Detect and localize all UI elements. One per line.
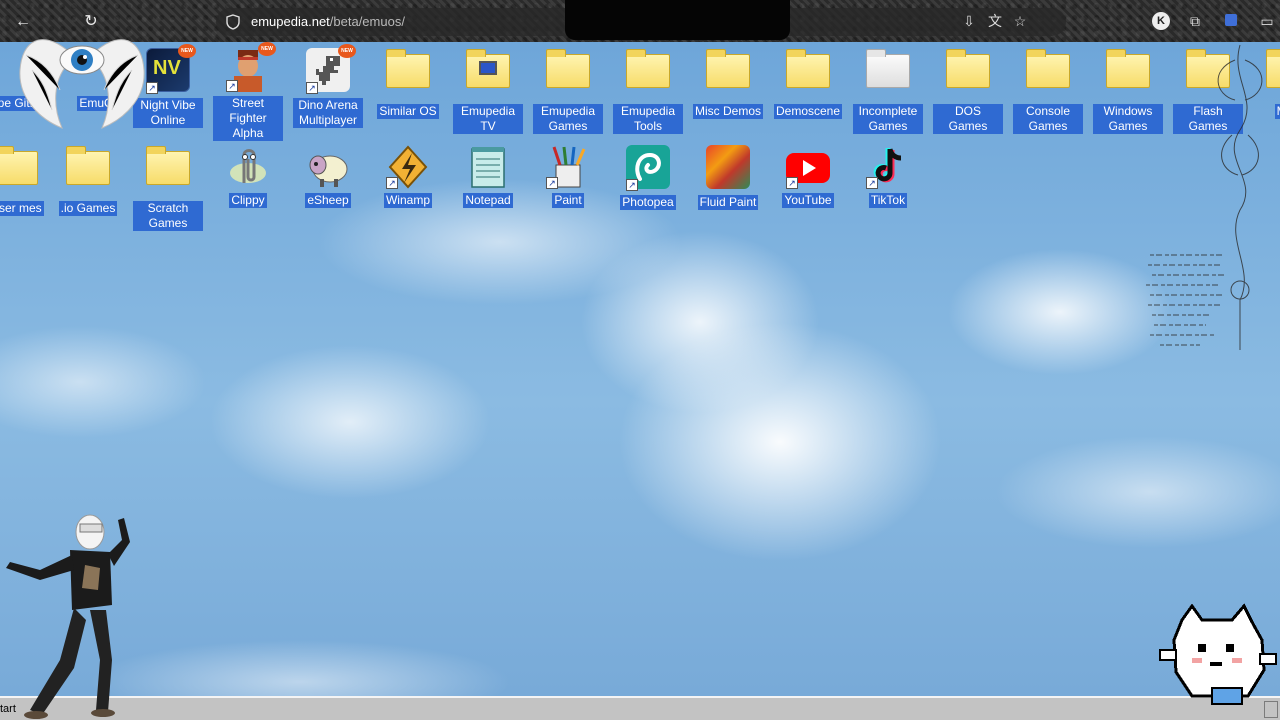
icon-label: .io Games bbox=[58, 201, 118, 216]
icon-label: TikTok bbox=[868, 193, 908, 208]
icon-label: Emupedia Tools bbox=[613, 104, 683, 134]
desktop-icon-esheep[interactable]: eSheep bbox=[290, 143, 366, 209]
extensions-icon[interactable]: ⧉ bbox=[1186, 12, 1204, 30]
desktop-icon-browser-games[interactable]: wser mes bbox=[0, 143, 54, 217]
cast-icon[interactable]: ▭ bbox=[1258, 12, 1276, 30]
desktop-wallpaper bbox=[0, 42, 1280, 696]
icon-label: Clippy bbox=[229, 193, 267, 208]
icon-label: Emupedia Games bbox=[533, 104, 603, 134]
shortcut-arrow-icon: ↗ bbox=[626, 179, 638, 191]
youtube-icon: ↗ bbox=[784, 143, 832, 191]
shortcut-arrow-icon: ↗ bbox=[226, 80, 238, 92]
bookmark-star-icon[interactable]: ☆ bbox=[1011, 12, 1029, 30]
street-fighter-icon: NEW ↗ bbox=[224, 42, 276, 94]
icon-label: Notepad bbox=[463, 193, 513, 208]
taskbar: tart bbox=[0, 696, 1280, 720]
sheep-icon bbox=[304, 143, 352, 191]
desktop-icon-paint[interactable]: ↗ Paint bbox=[530, 143, 606, 209]
dancing-man-sprite bbox=[6, 514, 130, 719]
shortcut-arrow-icon: ↗ bbox=[546, 177, 558, 189]
shortcut-arrow-icon: ↗ bbox=[866, 177, 878, 189]
icon-label: DOS Games bbox=[933, 104, 1003, 134]
icon-label: Misc Demos bbox=[693, 104, 763, 119]
folder-icon bbox=[864, 49, 912, 102]
desktop-icon-youtube[interactable]: ↗ YouTube bbox=[770, 143, 846, 209]
photopea-icon: ↗ bbox=[624, 145, 672, 193]
temmie-sprite bbox=[1159, 603, 1277, 705]
desktop-icon-fluid-paint[interactable]: Fluid Paint bbox=[690, 143, 766, 211]
desktop-icon-incomplete-games[interactable]: Incomplete Games bbox=[850, 46, 926, 135]
desktop-icon-street-fighter-alpha[interactable]: NEW ↗ Street Fighter Alpha bbox=[210, 42, 286, 142]
desktop-icon-clippy[interactable]: Clippy bbox=[210, 143, 286, 209]
translate-icon[interactable]: 文 bbox=[986, 12, 1004, 30]
icon-label: Winamp bbox=[383, 193, 432, 208]
url-path: /beta/emuos/ bbox=[329, 14, 405, 29]
icon-label: Photopea bbox=[620, 195, 676, 210]
tv-folder-icon bbox=[464, 49, 512, 102]
folder-icon bbox=[624, 49, 672, 102]
dino-icon: NEW ↗ bbox=[304, 44, 356, 96]
winamp-icon: ↗ bbox=[384, 143, 432, 191]
icon-label: eSheep bbox=[305, 193, 351, 208]
extension-app-icon[interactable] bbox=[1222, 12, 1240, 30]
desktop-icon-emupedia-tools[interactable]: Emupedia Tools bbox=[610, 46, 686, 135]
desktop-icon-dino-arena-multiplayer[interactable]: NEW ↗ Dino Arena Multiplayer bbox=[290, 44, 366, 129]
icon-label: Demoscene bbox=[773, 104, 843, 119]
desktop-icon-io-games[interactable]: .io Games bbox=[50, 143, 126, 217]
folder-icon bbox=[544, 49, 592, 102]
desktop-icon-demoscene[interactable]: Demoscene bbox=[770, 46, 846, 120]
redacted-area bbox=[565, 0, 790, 40]
folder-icon bbox=[144, 146, 192, 199]
desktop-icon-similar-os[interactable]: Similar OS bbox=[370, 46, 446, 120]
icon-label: YouTube bbox=[782, 193, 834, 208]
icon-label: Console Games bbox=[1013, 104, 1083, 134]
paint-icon: ↗ bbox=[544, 143, 592, 191]
desktop-icon-winamp[interactable]: ↗ Winamp bbox=[370, 143, 446, 209]
icon-label: Street Fighter Alpha bbox=[213, 96, 283, 141]
folder-icon bbox=[384, 49, 432, 102]
desktop-icon-misc-demos[interactable]: Misc Demos bbox=[690, 46, 766, 120]
folder-icon bbox=[944, 49, 992, 102]
icon-label: Fluid Paint bbox=[697, 195, 759, 210]
desktop-icon-photopea[interactable]: ↗ Photopea bbox=[610, 143, 686, 211]
icon-label: Incomplete Games bbox=[853, 104, 923, 134]
clippy-icon bbox=[224, 143, 272, 191]
url-host: emupedia.net bbox=[251, 14, 330, 29]
icon-label: Dino Arena Multiplayer bbox=[293, 98, 363, 128]
folder-icon bbox=[64, 146, 112, 199]
folder-icon bbox=[704, 49, 752, 102]
desktop-icon-emupedia-games[interactable]: Emupedia Games bbox=[530, 46, 606, 135]
folder-icon bbox=[784, 49, 832, 102]
notepad-icon bbox=[464, 143, 512, 191]
icon-label: wser mes bbox=[0, 201, 44, 216]
fluid-paint-icon bbox=[704, 145, 752, 193]
shortcut-arrow-icon: ↗ bbox=[386, 177, 398, 189]
desktop-icon-dos-games[interactable]: DOS Games bbox=[930, 46, 1006, 135]
ornament-decoration bbox=[1146, 44, 1263, 350]
icon-label: Scratch Games bbox=[133, 201, 203, 231]
tiktok-icon: ↗ bbox=[864, 143, 912, 191]
desktop-icon-scratch-games[interactable]: Scratch Games bbox=[130, 143, 206, 232]
new-badge: NEW bbox=[178, 44, 196, 58]
shortcut-arrow-icon: ↗ bbox=[786, 177, 798, 189]
desktop-icon-tiktok[interactable]: ↗ TikTok bbox=[850, 143, 926, 209]
install-icon[interactable]: ⇩ bbox=[960, 12, 978, 30]
site-info-icon[interactable] bbox=[226, 14, 240, 30]
desktop-icon-emupedia-tv[interactable]: Emupedia TV bbox=[450, 46, 526, 135]
desktop-icon-console-games[interactable]: Console Games bbox=[1010, 46, 1086, 135]
profile-avatar[interactable]: K bbox=[1152, 12, 1170, 30]
browser-toolbar: ← ↻ emupedia.net/beta/emuos/ ⇩ 文 ☆ K ⧉ ▭ bbox=[0, 0, 1280, 42]
folder-icon bbox=[0, 146, 40, 199]
url-text[interactable]: emupedia.net/beta/emuos/ bbox=[251, 14, 405, 29]
icon-label: Similar OS bbox=[377, 104, 439, 119]
icon-label: Paint bbox=[552, 193, 584, 208]
folder-icon bbox=[1024, 49, 1072, 102]
angel-eye-decoration bbox=[19, 39, 145, 129]
new-badge: NEW bbox=[338, 44, 356, 58]
icon-label: Emupedia TV bbox=[453, 104, 523, 134]
shortcut-arrow-icon: ↗ bbox=[306, 82, 318, 94]
new-badge: NEW bbox=[258, 42, 276, 56]
desktop-icon-notepad[interactable]: Notepad bbox=[450, 143, 526, 209]
